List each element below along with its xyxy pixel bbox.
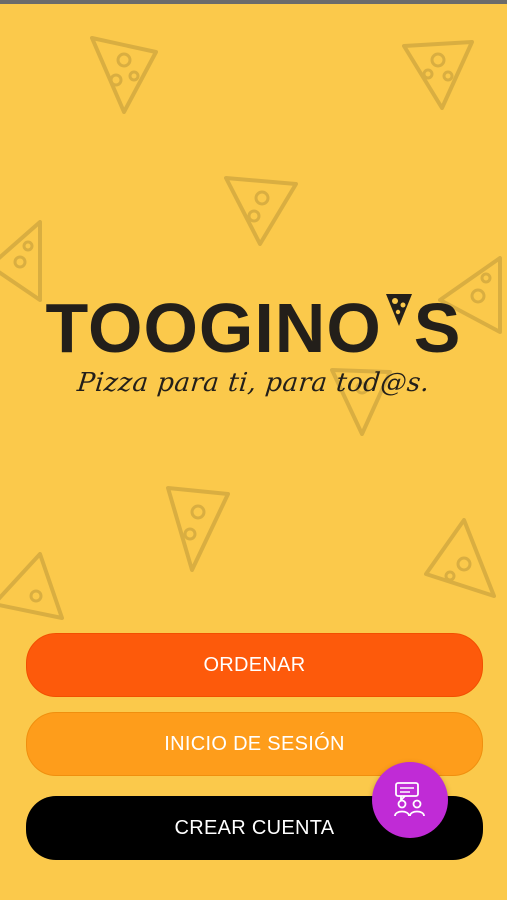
pizza-slice-pattern-icon	[166, 486, 230, 572]
brand-wordmark: TOOGINO S	[46, 290, 462, 366]
pizza-slice-pattern-icon	[224, 176, 298, 246]
pizza-slice-pattern-icon	[424, 518, 496, 598]
brand-logo: TOOGINO S Pizza para ti, para tod@s.	[0, 290, 507, 398]
brand-name-suffix: S	[413, 289, 462, 367]
pizza-slice-pattern-icon	[90, 36, 158, 114]
brand-name-prefix: TOOGINO	[45, 289, 382, 367]
chat-support-button[interactable]	[372, 762, 448, 838]
status-bar-edge	[0, 0, 507, 4]
chat-people-icon	[394, 782, 425, 817]
pizza-slice-pattern-icon	[0, 552, 64, 620]
login-button-label: INICIO DE SESIÓN	[164, 732, 345, 755]
pizza-slice-logo-icon	[385, 294, 412, 326]
pizza-slice-pattern-icon	[402, 40, 474, 110]
order-button[interactable]: ORDENAR	[26, 633, 483, 697]
order-button-label: ORDENAR	[203, 653, 306, 676]
brand-tagline: Pizza para ti, para tod@s.	[75, 368, 432, 398]
create-account-button-label: CREAR CUENTA	[174, 816, 335, 839]
